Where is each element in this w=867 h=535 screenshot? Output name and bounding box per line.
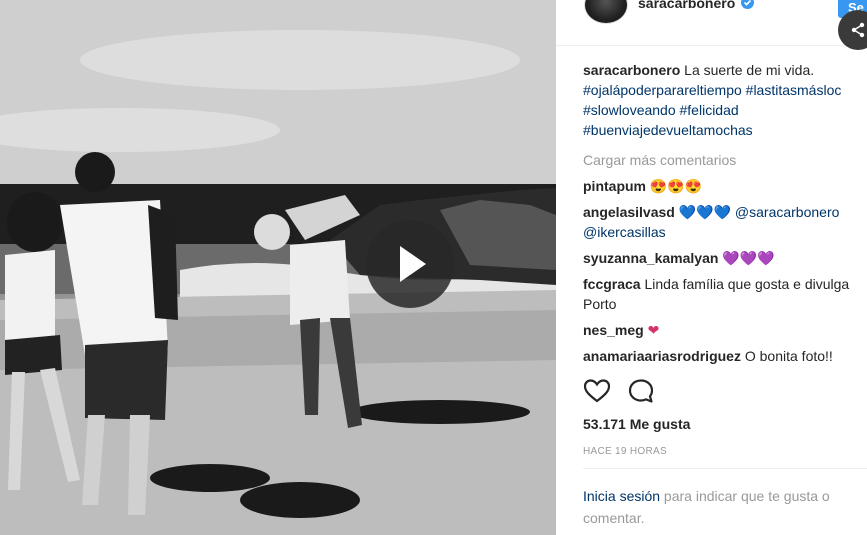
comment-item: syuzanna_kamalyan 💜💜💜 (583, 248, 867, 268)
share-button[interactable] (838, 10, 867, 50)
caption-username[interactable]: saracarbonero (583, 62, 680, 78)
hashtags-line-1[interactable]: #ojalápoderparareltiempo #lastitasmásloc (583, 82, 841, 98)
post-video[interactable] (0, 0, 556, 535)
comment-text: Linda família que gosta e divulga (644, 276, 850, 292)
post-sidebar: saracarbonero Se saracarbonero La suerte… (556, 0, 867, 535)
like-button[interactable] (583, 378, 611, 409)
caption: saracarbonero La suerte de mi vida. #oja… (583, 60, 867, 140)
comment-item: fccgraca Linda família que gosta e divul… (583, 274, 867, 314)
comment-username[interactable]: fccgraca (583, 276, 641, 292)
load-more-comments[interactable]: Cargar más comentarios (583, 150, 867, 170)
divider (583, 468, 867, 469)
comment-username[interactable]: pintapum (583, 178, 646, 194)
play-button[interactable] (366, 220, 454, 308)
comment-emoji: 💙💙💙 (678, 204, 732, 220)
comment-emoji: 😍😍😍 (649, 178, 703, 194)
play-icon (400, 246, 426, 282)
heart-icon (583, 379, 611, 403)
comment-text: O bonita foto!! (744, 348, 833, 364)
caption-text: La suerte de mi vida. (684, 62, 815, 78)
comment-emoji: ❤ (647, 322, 660, 338)
verified-badge-icon (741, 0, 754, 9)
hashtags-line-2[interactable]: #slowloveando #felicidad (583, 102, 739, 118)
comment-username[interactable]: angelasilvasd (583, 204, 675, 220)
comment-item: angelasilvasd 💙💙💙 @saracarbonero @ikerca… (583, 202, 867, 242)
comments-list: saracarbonero La suerte de mi vida. #oja… (583, 60, 867, 370)
comment-button[interactable] (627, 378, 655, 409)
hashtags-line-3[interactable]: #buenviajedevueltamochas (583, 122, 753, 138)
comment-mention[interactable]: @saracarbonero (735, 204, 840, 220)
post-header: saracarbonero Se (556, 0, 867, 50)
comment-mention[interactable]: @ikercasillas (583, 224, 666, 240)
comment-emoji: 💜💜💜 (722, 250, 775, 266)
comment-text-continued: Porto (583, 296, 617, 312)
avatar[interactable] (584, 0, 628, 24)
login-prompt: Inicia sesión para indicar que te gusta … (583, 485, 863, 529)
post-timestamp: HACE 19 HORAS (583, 446, 667, 457)
share-icon (851, 22, 865, 38)
comment-username[interactable]: syuzanna_kamalyan (583, 250, 718, 266)
comment-item: nes_meg ❤ (583, 320, 867, 340)
comment-item: anamariaariasrodriguez O bonita foto!! (583, 346, 867, 366)
likes-count[interactable]: 53.171 Me gusta (583, 416, 690, 432)
comment-icon (628, 379, 654, 403)
login-link[interactable]: Inicia sesión (583, 488, 660, 504)
author-username[interactable]: saracarbonero (638, 0, 735, 11)
comment-username[interactable]: nes_meg (583, 322, 644, 338)
comment-username[interactable]: anamariaariasrodriguez (583, 348, 741, 364)
photo-scene (0, 0, 556, 535)
comment-item: pintapum 😍😍😍 (583, 176, 867, 196)
